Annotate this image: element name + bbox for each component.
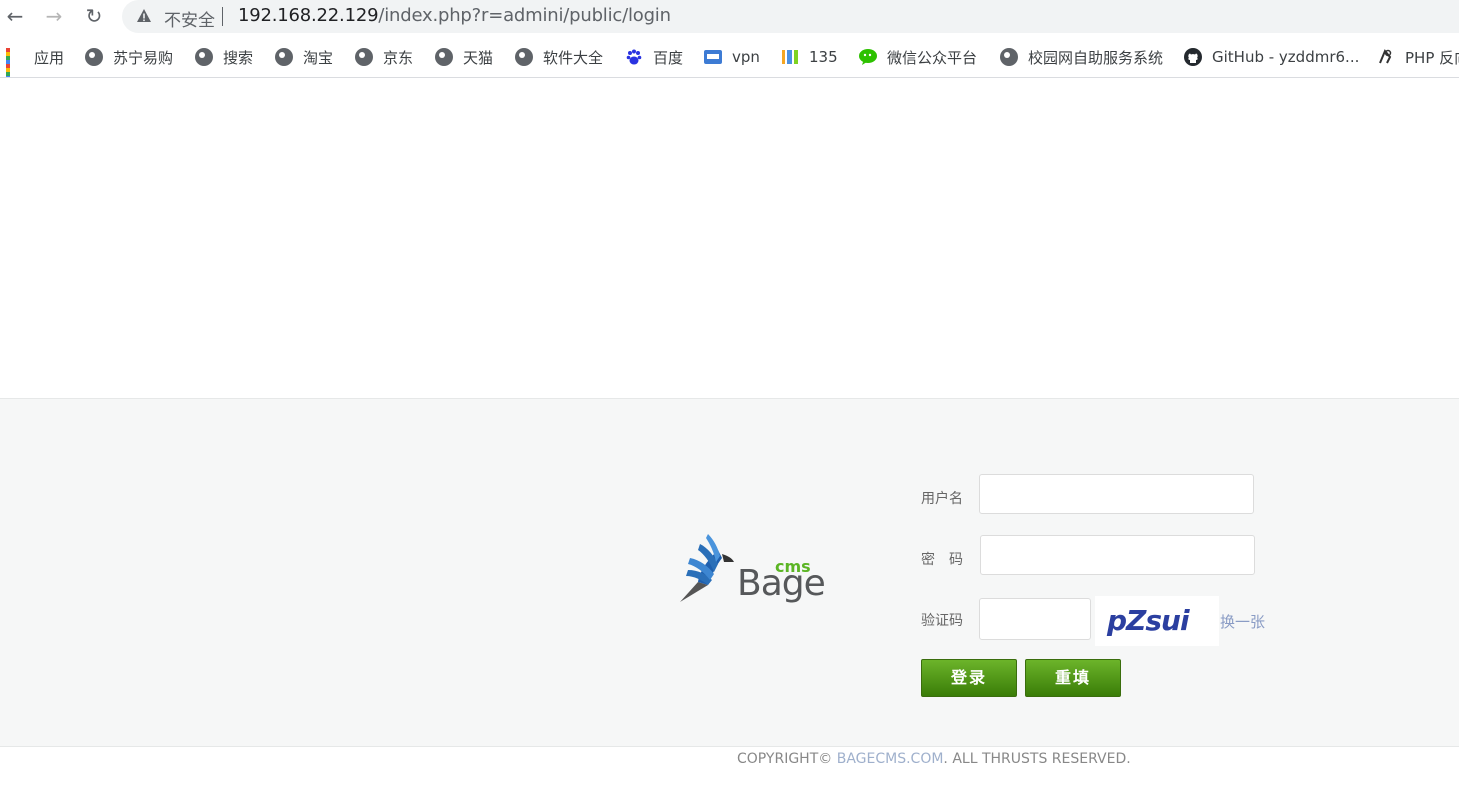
bookmark-baidu[interactable]: 百度 <box>625 46 683 68</box>
bookmark-vpn[interactable]: vpn <box>704 46 760 68</box>
bookmark-label: 苏宁易购 <box>113 48 174 67</box>
captcha-label: 验证码 <box>921 613 963 629</box>
bookmark-software[interactable]: 软件大全 <box>515 46 603 68</box>
copyright-suffix: . ALL THRUSTS RESERVED. <box>943 751 1131 767</box>
bookmark-apps[interactable]: 应用 <box>6 46 65 77</box>
bookmark-suning[interactable]: 苏宁易购 <box>85 46 173 68</box>
username-label: 用户名 <box>921 491 963 507</box>
bookmarks-bar: 应用 苏宁易购 搜索 淘宝 京东 天猫 软件大全 百度 vpn 135 微信公众… <box>0 40 1459 78</box>
globe-icon <box>355 48 373 66</box>
back-arrow-icon[interactable]: ← <box>2 4 28 28</box>
logo-cms-text: cms <box>775 557 811 576</box>
bookmark-label: 百度 <box>653 48 684 67</box>
bookmark-tmall[interactable]: 天猫 <box>435 46 493 68</box>
copyright-prefix: COPYRIGHT© <box>737 751 837 767</box>
php-icon <box>1379 49 1392 64</box>
globe-icon <box>435 48 453 66</box>
github-icon <box>1184 48 1202 66</box>
security-status-text[interactable]: 不安全 <box>164 6 215 31</box>
reset-button[interactable]: 重填 <box>1025 659 1121 697</box>
wechat-icon <box>859 49 877 65</box>
bookmark-search[interactable]: 搜索 <box>195 46 253 68</box>
captcha-input[interactable] <box>979 598 1091 640</box>
globe-icon <box>1000 48 1018 66</box>
url-path: /index.php?r=admini/public/login <box>378 5 671 26</box>
password-input[interactable] <box>980 535 1255 575</box>
warning-triangle-icon[interactable] <box>136 8 152 24</box>
username-input[interactable] <box>979 474 1254 514</box>
bookmark-label: 微信公众平台 <box>887 48 978 67</box>
forward-arrow-icon[interactable]: → <box>41 4 67 28</box>
bookmark-label: PHP 反向 <box>1405 48 1459 67</box>
login-button[interactable]: 登录 <box>921 659 1017 697</box>
address-separator <box>222 7 223 26</box>
baidu-paw-icon <box>626 49 642 65</box>
globe-icon <box>275 48 293 66</box>
bookmark-github[interactable]: GitHub - yzddmr6... <box>1184 46 1359 68</box>
browser-toolbar: ← → ↻ 不安全 192.168.22.129/index.php?r=adm… <box>0 0 1459 34</box>
captcha-image-text: pZsui <box>1107 604 1190 637</box>
copyright-brand-link[interactable]: BAGECMS.COM <box>837 751 944 767</box>
bookmark-label: vpn <box>732 48 760 66</box>
bookmark-label: 软件大全 <box>543 48 604 67</box>
bookmark-wechat[interactable]: 微信公众平台 <box>859 46 977 68</box>
135-icon <box>782 50 798 64</box>
address-bar[interactable]: 不安全 192.168.22.129/index.php?r=admini/pu… <box>122 0 1459 33</box>
globe-icon <box>515 48 533 66</box>
bookmark-jd[interactable]: 京东 <box>355 46 413 68</box>
url-text[interactable]: 192.168.22.129/index.php?r=admini/public… <box>238 5 671 26</box>
globe-icon <box>195 48 213 66</box>
bookmark-campus-net[interactable]: 校园网自助服务系统 <box>1000 46 1163 68</box>
copyright-footer: COPYRIGHT© BAGECMS.COM. ALL THRUSTS RESE… <box>737 751 1131 767</box>
bookmark-label: 天猫 <box>463 48 494 67</box>
password-label: 密 码 <box>921 552 963 568</box>
bookmark-135[interactable]: 135 <box>781 46 838 68</box>
bookmark-php[interactable]: PHP 反向 <box>1377 46 1459 68</box>
refresh-captcha-link[interactable]: 换一张 <box>1220 611 1265 632</box>
bookmark-label: 搜索 <box>223 48 254 67</box>
bookmark-label: 135 <box>809 48 838 66</box>
page-top-area <box>0 79 1459 398</box>
bookmark-label: 京东 <box>383 48 414 67</box>
vpn-icon <box>704 50 722 64</box>
bookmark-label: 校园网自助服务系统 <box>1028 48 1164 67</box>
bookmark-label: 淘宝 <box>303 48 334 67</box>
apps-grid-icon <box>6 48 24 77</box>
reload-icon[interactable]: ↻ <box>81 4 107 28</box>
bookmark-label: 应用 <box>34 48 65 67</box>
globe-icon <box>85 48 103 66</box>
url-host: 192.168.22.129 <box>238 5 379 26</box>
bookmark-label: GitHub - yzddmr6... <box>1212 48 1360 66</box>
bookmark-taobao[interactable]: 淘宝 <box>275 46 333 68</box>
